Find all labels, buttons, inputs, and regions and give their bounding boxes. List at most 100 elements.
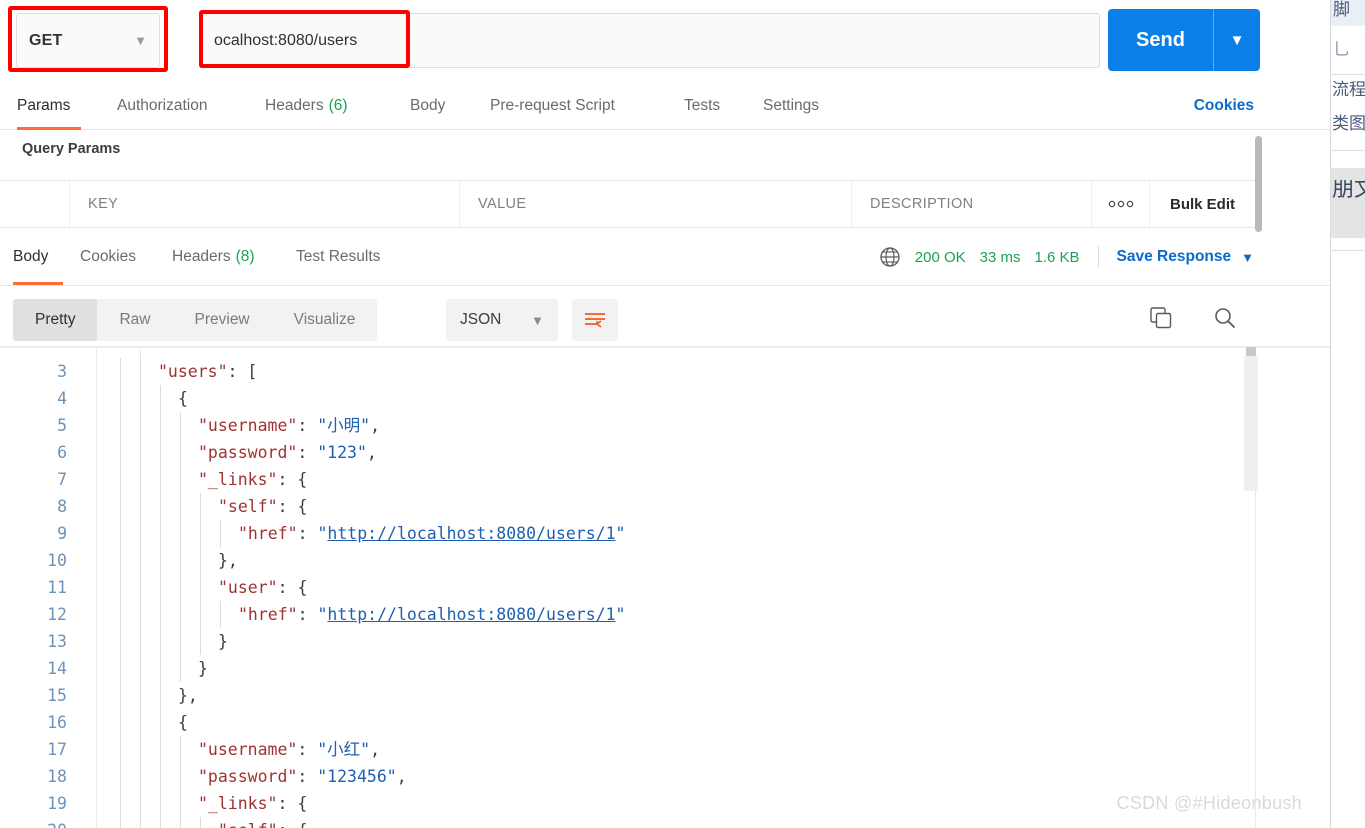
line-number: 7 xyxy=(57,470,67,489)
indent-guide xyxy=(220,520,221,547)
params-more-options-icon[interactable] xyxy=(1092,181,1150,227)
code-token: : xyxy=(297,416,318,435)
code-token: "123456" xyxy=(317,767,397,786)
code-token: "users" xyxy=(158,362,228,381)
query-params-table-header: KEY VALUE DESCRIPTION Bulk Edit xyxy=(0,180,1255,228)
send-options-chevron-down-icon[interactable]: ▼ xyxy=(1214,32,1260,49)
response-tab-test-results[interactable]: Test Results xyxy=(296,229,380,285)
code-token: " xyxy=(317,605,328,624)
indent-guide xyxy=(140,682,141,709)
indent-guide xyxy=(200,574,201,601)
code-token: , xyxy=(370,740,381,759)
indent-guide xyxy=(120,763,121,790)
http-method-selector[interactable]: GET ▼ xyxy=(16,13,160,68)
indent-guide xyxy=(140,520,141,547)
code-token: "_links" xyxy=(198,470,278,489)
view-mode-raw[interactable]: Raw xyxy=(97,299,172,341)
response-body-json-viewer[interactable]: 3 "users": [4{5 "username": "小明", 6 "passwor… xyxy=(0,346,1330,828)
response-tab-headers[interactable]: Headers (8) xyxy=(172,229,255,285)
tab-headers[interactable]: Headers (6) xyxy=(265,82,348,130)
code-token: "href" xyxy=(238,524,298,543)
strip-item-1[interactable]: 乚 xyxy=(1331,40,1365,66)
response-tab-body[interactable]: Body xyxy=(13,229,63,285)
indent-guide xyxy=(160,439,161,466)
code-token: : xyxy=(297,740,318,759)
save-response-chevron-down-icon[interactable]: ▼ xyxy=(1241,250,1254,265)
save-response-button[interactable]: Save Response xyxy=(1117,248,1232,266)
indent-guide xyxy=(140,493,141,520)
response-tab-headers-count: (8) xyxy=(235,248,255,265)
url-link[interactable]: http://localhost:8080/users/1 xyxy=(327,524,615,543)
tab-settings[interactable]: Settings xyxy=(763,82,819,130)
view-mode-preview[interactable]: Preview xyxy=(173,299,272,341)
line-number: 9 xyxy=(57,524,67,543)
strip-item-3[interactable]: 类图 xyxy=(1331,114,1365,140)
copy-button[interactable] xyxy=(1148,305,1174,336)
response-status-area: 200 OK 33 ms 1.6 KB Save Response ▼ xyxy=(879,229,1254,285)
indent-guide xyxy=(180,601,181,628)
code-line-text: "href": "http://localhost:8080/users/1" xyxy=(238,601,625,628)
word-wrap-icon xyxy=(585,313,605,328)
code-line: 10}, xyxy=(0,547,1330,574)
indent-guide xyxy=(120,790,121,817)
tab-tests[interactable]: Tests xyxy=(684,82,720,130)
indent-guide xyxy=(140,655,141,682)
code-horizontal-scroll-thumb[interactable] xyxy=(1246,347,1256,356)
send-button[interactable]: Send ▼ xyxy=(1108,9,1260,71)
search-button[interactable] xyxy=(1212,305,1238,336)
view-mode-visualize[interactable]: Visualize xyxy=(272,299,378,341)
indent-guide xyxy=(180,412,181,439)
tab-body[interactable]: Body xyxy=(410,82,445,130)
code-line: 3 "users": [ xyxy=(0,358,1330,385)
view-mode-raw-label: Raw xyxy=(119,311,151,328)
indent-guide xyxy=(140,790,141,817)
word-wrap-button[interactable] xyxy=(572,299,618,341)
code-token: "小明" xyxy=(317,416,371,435)
params-scrollbar-thumb[interactable] xyxy=(1255,136,1262,232)
code-line-text: "_links": { xyxy=(198,466,307,493)
code-token: : xyxy=(297,605,318,624)
indent-guide xyxy=(140,385,141,412)
strip-item-2[interactable]: 流程 xyxy=(1331,80,1365,106)
indent-guide xyxy=(140,439,141,466)
indent-guide xyxy=(120,817,121,828)
code-line: 4{ xyxy=(0,385,1330,412)
indent-guide xyxy=(120,520,121,547)
tab-authorization[interactable]: Authorization xyxy=(117,82,207,130)
code-line-text: "_links": { xyxy=(198,790,307,817)
response-tab-cookies[interactable]: Cookies xyxy=(80,229,136,285)
cookies-link[interactable]: Cookies xyxy=(1194,82,1254,130)
indent-guide xyxy=(140,574,141,601)
bulk-edit-label: Bulk Edit xyxy=(1169,195,1235,213)
indent-guide xyxy=(200,520,201,547)
indent-guide xyxy=(220,601,221,628)
code-top-rule xyxy=(0,347,1330,348)
code-token: "_links" xyxy=(198,794,278,813)
indent-guide xyxy=(120,574,121,601)
indent-guide xyxy=(140,601,141,628)
indent-guide xyxy=(140,412,141,439)
indent-guide xyxy=(140,763,141,790)
chevron-down-icon: ▼ xyxy=(134,33,147,48)
strip-item-0[interactable]: 脚 xyxy=(1331,0,1365,26)
url-input[interactable]: ocalhost:8080/users xyxy=(200,13,1100,68)
indent-guide xyxy=(180,439,181,466)
bulk-edit-button[interactable]: Bulk Edit xyxy=(1150,181,1255,227)
strip-item-4[interactable]: 朋文 xyxy=(1331,180,1365,220)
tab-pre-request-script[interactable]: Pre-request Script xyxy=(490,82,615,130)
body-view-mode-group: Pretty Raw Preview Visualize xyxy=(13,299,378,341)
body-format-selector[interactable]: JSON ▼ xyxy=(446,299,558,341)
response-tab-test-results-label: Test Results xyxy=(296,248,381,265)
indent-guide xyxy=(180,655,181,682)
code-token: "self" xyxy=(218,821,278,828)
url-link[interactable]: http://localhost:8080/users/1 xyxy=(327,605,615,624)
indent-guide xyxy=(120,439,121,466)
indent-guide xyxy=(160,574,161,601)
watermark: CSDN @#Hideonbush xyxy=(1116,793,1302,813)
request-tab-bar: Params Authorization Headers (6) Body Pr… xyxy=(0,82,1330,130)
column-header-description: DESCRIPTION xyxy=(852,181,1092,227)
view-mode-pretty[interactable]: Pretty xyxy=(13,299,98,341)
indent-guide xyxy=(180,493,181,520)
line-number: 16 xyxy=(47,713,67,732)
tab-params[interactable]: Params xyxy=(17,82,81,130)
